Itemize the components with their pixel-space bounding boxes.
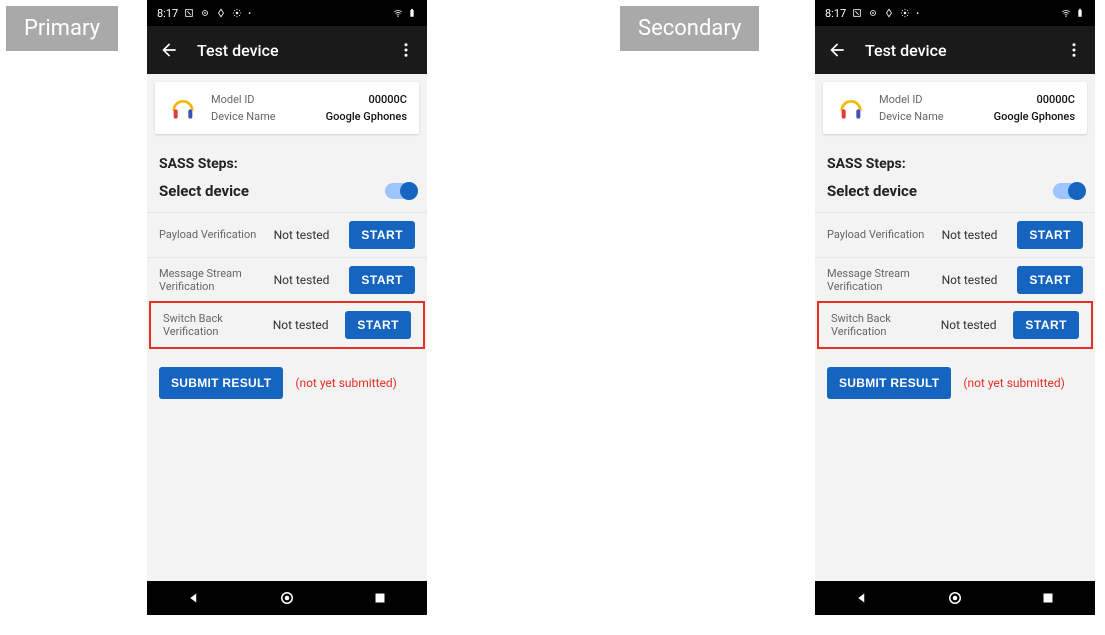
status-icon-3	[884, 8, 894, 18]
overflow-menu-icon[interactable]	[397, 41, 415, 59]
start-button[interactable]: START	[1017, 221, 1083, 249]
test-status: Not tested	[274, 228, 344, 242]
model-id-label: Model ID	[211, 93, 255, 106]
start-button[interactable]: START	[349, 266, 415, 294]
nav-home-icon[interactable]	[278, 589, 296, 607]
device-card: Model ID 00000C Device Name Google Gphon…	[155, 82, 419, 134]
sass-steps-title: SASS Steps:	[815, 142, 1095, 178]
android-nav-bar	[815, 581, 1095, 615]
wifi-icon	[1061, 8, 1071, 18]
model-id-value: 00000C	[369, 93, 407, 106]
battery-icon	[407, 8, 417, 18]
headphones-icon	[835, 92, 867, 124]
secondary-label: Secondary	[620, 6, 759, 51]
select-device-label: Select device	[159, 182, 249, 200]
select-device-label: Select device	[827, 182, 917, 200]
status-icon-3	[216, 8, 226, 18]
test-name: Switch Back Verification	[163, 312, 267, 338]
test-name: Payload Verification	[827, 228, 936, 241]
nav-back-icon[interactable]	[853, 589, 871, 607]
test-row-payload: Payload Verification Not tested START	[147, 212, 427, 257]
primary-phone: 8:17 • Test device	[147, 0, 427, 615]
page-title: Test device	[197, 41, 379, 60]
gear-icon	[232, 8, 242, 18]
start-button[interactable]: START	[1017, 266, 1083, 294]
secondary-phone: 8:17 • Test device	[815, 0, 1095, 615]
status-time: 8:17	[825, 7, 846, 20]
nav-recent-icon[interactable]	[371, 589, 389, 607]
select-device-toggle[interactable]	[385, 183, 415, 199]
device-card: Model ID 00000C Device Name Google Gphon…	[823, 82, 1087, 134]
start-button[interactable]: START	[345, 311, 411, 339]
primary-label: Primary	[6, 6, 118, 51]
test-name: Message Stream Verification	[827, 267, 936, 293]
headphones-icon	[167, 92, 199, 124]
nav-home-icon[interactable]	[946, 589, 964, 607]
battery-icon	[1075, 8, 1085, 18]
gear-icon	[900, 8, 910, 18]
test-row-payload: Payload Verification Not tested START	[815, 212, 1095, 257]
test-status: Not tested	[942, 273, 1012, 287]
test-name: Payload Verification	[159, 228, 268, 241]
test-status: Not tested	[941, 318, 1008, 332]
device-name-value: Google Gphones	[326, 110, 407, 123]
back-arrow-icon[interactable]	[827, 40, 847, 60]
status-time: 8:17	[157, 7, 178, 20]
status-bar: 8:17 •	[815, 0, 1095, 26]
submit-status: (not yet submitted)	[963, 376, 1065, 390]
test-row-message-stream: Message Stream Verification Not tested S…	[815, 257, 1095, 302]
sass-steps-title: SASS Steps:	[147, 142, 427, 178]
nav-recent-icon[interactable]	[1039, 589, 1057, 607]
submit-result-button[interactable]: SUBMIT RESULT	[159, 367, 283, 399]
wifi-icon	[393, 8, 403, 18]
back-arrow-icon[interactable]	[159, 40, 179, 60]
test-row-switch-back: Switch Back Verification Not tested STAR…	[819, 303, 1091, 347]
status-bar: 8:17 •	[147, 0, 427, 26]
status-dot-icon: •	[248, 9, 251, 18]
status-icon-2	[868, 8, 878, 18]
highlighted-row: Switch Back Verification Not tested STAR…	[817, 301, 1093, 349]
app-bar: Test device	[147, 26, 427, 74]
status-dot-icon: •	[916, 9, 919, 18]
select-device-toggle[interactable]	[1053, 183, 1083, 199]
app-bar: Test device	[815, 26, 1095, 74]
highlighted-row: Switch Back Verification Not tested STAR…	[149, 301, 425, 349]
page-title: Test device	[865, 41, 1047, 60]
test-row-switch-back: Switch Back Verification Not tested STAR…	[151, 303, 423, 347]
nav-back-icon[interactable]	[185, 589, 203, 607]
android-nav-bar	[147, 581, 427, 615]
test-status: Not tested	[273, 318, 340, 332]
device-name-label: Device Name	[211, 110, 276, 123]
start-button[interactable]: START	[1013, 311, 1079, 339]
test-name: Switch Back Verification	[831, 312, 935, 338]
status-icon-1	[852, 8, 862, 18]
device-name-value: Google Gphones	[994, 110, 1075, 123]
status-icon-1	[184, 8, 194, 18]
submit-result-button[interactable]: SUBMIT RESULT	[827, 367, 951, 399]
status-icon-2	[200, 8, 210, 18]
overflow-menu-icon[interactable]	[1065, 41, 1083, 59]
test-status: Not tested	[274, 273, 344, 287]
test-status: Not tested	[942, 228, 1012, 242]
test-row-message-stream: Message Stream Verification Not tested S…	[147, 257, 427, 302]
model-id-value: 00000C	[1037, 93, 1075, 106]
model-id-label: Model ID	[879, 93, 923, 106]
test-name: Message Stream Verification	[159, 267, 268, 293]
device-name-label: Device Name	[879, 110, 944, 123]
start-button[interactable]: START	[349, 221, 415, 249]
submit-status: (not yet submitted)	[295, 376, 397, 390]
